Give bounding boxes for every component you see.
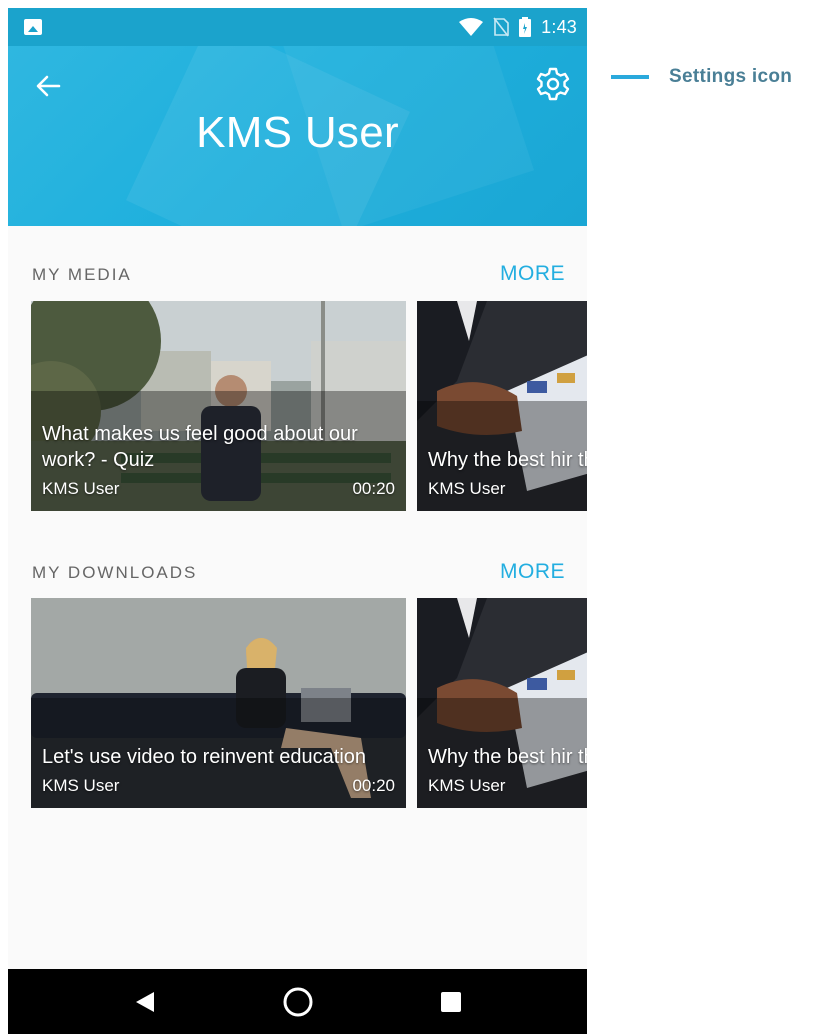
section-title: MY DOWNLOADS xyxy=(32,563,198,582)
card-title: Why the best hir the perfect resu xyxy=(428,746,587,768)
profile-header: KMS User xyxy=(8,46,587,226)
card-info: Let's use video to reinvent education KM… xyxy=(42,744,395,796)
status-bar: 1:43 xyxy=(8,8,587,46)
arrow-left-icon xyxy=(36,75,61,97)
media-card[interactable]: What makes us feel good about our work? … xyxy=(31,301,406,511)
section-title: MY MEDIA xyxy=(32,265,132,284)
card-owner: KMS User xyxy=(42,776,120,795)
settings-button[interactable] xyxy=(533,64,573,104)
card-info: Why the best hir the perfect resu KMS Us… xyxy=(428,744,587,796)
back-triangle-icon xyxy=(135,991,154,1012)
card-owner: KMS User xyxy=(42,479,120,498)
card-title: What makes us feel good about our work? … xyxy=(42,423,358,471)
card-owner: KMS User xyxy=(428,479,506,498)
card-title: Why the best hir the perfect resu xyxy=(428,449,587,471)
nav-home-button[interactable] xyxy=(268,972,328,1032)
media-card[interactable]: Why the best hir the perfect resu KMS Us… xyxy=(417,301,587,511)
home-circle-icon xyxy=(283,987,312,1016)
gallery-icon xyxy=(24,19,42,35)
profile-name: KMS User xyxy=(196,108,399,157)
phone-screen: 1:43 KMS User MY MEDIA MORE What makes u… xyxy=(8,8,587,1034)
my-media-more-button[interactable]: MORE xyxy=(500,262,565,286)
battery-icon xyxy=(519,17,532,37)
card-duration: 00:20 xyxy=(352,479,395,498)
my-downloads-more-button[interactable]: MORE xyxy=(500,560,565,584)
annotation-label: Settings icon xyxy=(669,66,793,87)
back-button[interactable] xyxy=(30,68,66,104)
no-sim-icon xyxy=(493,17,509,37)
my-downloads-carousel[interactable]: Let's use video to reinvent education KM… xyxy=(31,598,587,808)
page: 1:43 KMS User MY MEDIA MORE What makes u… xyxy=(0,0,818,1034)
card-owner: KMS User xyxy=(428,776,506,795)
my-downloads-header: MY DOWNLOADS MORE xyxy=(32,560,565,584)
wifi-icon xyxy=(459,18,484,36)
my-media-carousel[interactable]: What makes us feel good about our work? … xyxy=(31,301,587,511)
download-card[interactable]: Let's use video to reinvent education KM… xyxy=(31,598,406,808)
my-media-header: MY MEDIA MORE xyxy=(32,262,565,286)
settings-annotation: Settings icon xyxy=(611,66,792,88)
recents-square-icon xyxy=(440,991,461,1012)
card-duration: 00:20 xyxy=(352,776,395,795)
card-info: Why the best hir the perfect resu KMS Us… xyxy=(428,447,587,499)
system-nav-bar xyxy=(8,969,587,1034)
status-time: 1:43 xyxy=(541,16,577,37)
download-card[interactable]: Why the best hir the perfect resu KMS Us… xyxy=(417,598,587,808)
gear-icon xyxy=(536,67,570,101)
nav-back-button[interactable] xyxy=(115,972,175,1032)
card-info: What makes us feel good about our work? … xyxy=(42,421,395,499)
annotation-line xyxy=(611,75,649,79)
card-title: Let's use video to reinvent education xyxy=(42,746,367,768)
nav-recents-button[interactable] xyxy=(421,972,481,1032)
